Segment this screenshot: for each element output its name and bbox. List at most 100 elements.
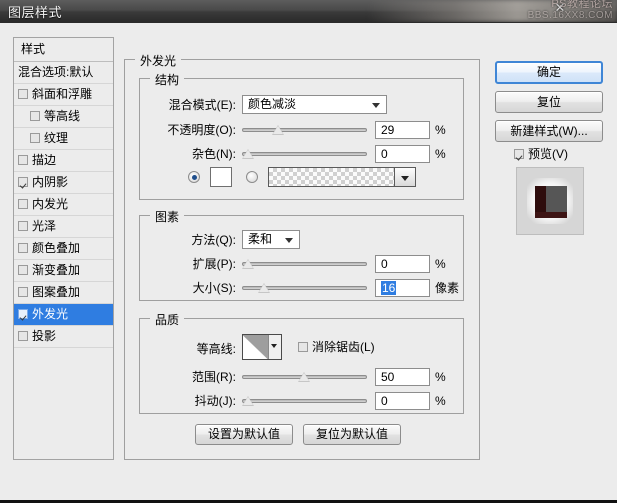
sidebar-item-inner-shadow[interactable]: 内阴影	[14, 172, 113, 194]
sidebar-item-blending-options[interactable]: 混合选项:默认	[14, 62, 113, 84]
sidebar-item-label: 渐变叠加	[32, 263, 81, 277]
sidebar-item-drop-shadow[interactable]: 投影	[14, 326, 113, 348]
watermark: PS教程论坛 BBS.16XX8.COM	[463, 0, 613, 22]
size-slider[interactable]	[242, 279, 367, 297]
sidebar-item-label: 内阴影	[32, 175, 69, 189]
structure-group: 结构 混合模式(E): 颜色减淡 不透明度(O): 29 % 杂色(N): 0 …	[139, 71, 464, 200]
sidebar-item-gradient-overlay[interactable]: 渐变叠加	[14, 260, 113, 282]
gradient-dropdown-icon[interactable]	[394, 168, 415, 186]
spread-slider-track	[242, 262, 367, 266]
styles-list-header: 样式	[14, 38, 113, 62]
spread-label: 扩展(P):	[192, 257, 236, 271]
sidebar-item-label: 图案叠加	[32, 285, 81, 299]
noise-slider[interactable]	[242, 145, 367, 163]
spread-slider-thumb[interactable]	[242, 259, 254, 269]
opacity-input[interactable]: 29	[375, 121, 430, 139]
sidebar-item-label: 光泽	[32, 219, 57, 233]
checkbox-pattern-overlay[interactable]	[18, 287, 28, 297]
checkbox-contour[interactable]	[30, 111, 40, 121]
contour-dropdown-icon[interactable]	[268, 335, 281, 359]
ok-button[interactable]: 确定	[495, 61, 603, 84]
opacity-slider-track	[242, 128, 367, 132]
jitter-slider-track	[242, 399, 367, 403]
checkbox-texture[interactable]	[30, 133, 40, 143]
new-style-button[interactable]: 新建样式(W)...	[495, 120, 603, 142]
technique-select[interactable]: 柔和	[242, 230, 300, 249]
noise-label: 杂色(N):	[192, 147, 236, 161]
opacity-slider[interactable]	[242, 121, 367, 139]
checkbox-inner-shadow[interactable]	[18, 177, 28, 187]
range-slider[interactable]	[242, 368, 367, 386]
size-label: 大小(S):	[192, 281, 236, 295]
jitter-label: 抖动(J):	[194, 394, 236, 408]
sidebar-item-texture[interactable]: 纹理	[14, 128, 113, 150]
noise-slider-track	[242, 152, 367, 156]
sidebar-item-contour[interactable]: 等高线	[14, 106, 113, 128]
jitter-input[interactable]: 0	[375, 392, 430, 410]
reset-button[interactable]: 复位	[495, 91, 603, 113]
antialias-checkbox-row[interactable]: 消除锯齿(L)	[298, 339, 375, 355]
spread-slider[interactable]	[242, 255, 367, 273]
sidebar-item-label: 纹理	[44, 131, 69, 145]
opacity-slider-thumb[interactable]	[272, 125, 284, 135]
reset-to-default-button[interactable]: 复位为默认值	[303, 424, 401, 445]
glow-color-swatch[interactable]	[210, 167, 232, 187]
antialias-label: 消除锯齿(L)	[312, 340, 375, 354]
gradient-preview	[269, 168, 394, 186]
jitter-slider-thumb[interactable]	[242, 396, 254, 406]
checkbox-antialias[interactable]	[298, 342, 308, 352]
jitter-slider[interactable]	[242, 392, 367, 410]
spread-input[interactable]: 0	[375, 255, 430, 273]
noise-value: 0	[381, 147, 388, 161]
sidebar-item-inner-glow[interactable]: 内发光	[14, 194, 113, 216]
size-slider-thumb[interactable]	[258, 283, 270, 293]
checkbox-bevel-emboss[interactable]	[18, 89, 28, 99]
glow-color-radio[interactable]	[188, 171, 200, 183]
layer-style-dialog: 图层样式 ✕ PS教程论坛 BBS.16XX8.COM 样式 混合选项:默认 斜…	[0, 0, 617, 503]
technique-label: 方法(Q):	[191, 233, 236, 247]
range-value: 50	[381, 370, 395, 384]
range-unit: %	[435, 370, 446, 384]
sidebar-item-color-overlay[interactable]: 颜色叠加	[14, 238, 113, 260]
checkbox-stroke[interactable]	[18, 155, 28, 165]
sidebar-item-satin[interactable]: 光泽	[14, 216, 113, 238]
blend-mode-select[interactable]: 颜色减淡	[242, 95, 387, 114]
preview-checkbox-row[interactable]: 预览(V)	[514, 147, 568, 161]
blend-mode-value: 颜色减淡	[248, 97, 297, 111]
contour-picker[interactable]	[242, 334, 282, 360]
structure-group-title: 结构	[150, 71, 185, 88]
title-bar[interactable]: 图层样式 ✕ PS教程论坛 BBS.16XX8.COM	[0, 0, 617, 22]
set-as-default-button[interactable]: 设置为默认值	[195, 424, 293, 445]
sidebar-item-stroke[interactable]: 描边	[14, 150, 113, 172]
size-unit: 像素	[435, 281, 460, 295]
noise-slider-thumb[interactable]	[242, 149, 254, 159]
sidebar-item-bevel-emboss[interactable]: 斜面和浮雕	[14, 84, 113, 106]
quality-group-title: 品质	[150, 311, 185, 328]
noise-unit: %	[435, 147, 446, 161]
range-slider-thumb[interactable]	[298, 372, 310, 382]
sidebar-item-label: 斜面和浮雕	[32, 87, 93, 101]
checkbox-drop-shadow[interactable]	[18, 331, 28, 341]
spread-value: 0	[381, 257, 388, 271]
checkbox-satin[interactable]	[18, 221, 28, 231]
styles-list-panel: 样式 混合选项:默认 斜面和浮雕 等高线 纹理 描边 内阴影 内发光 光泽 颜色…	[13, 37, 114, 460]
sidebar-item-label: 等高线	[44, 109, 81, 123]
checkbox-outer-glow[interactable]	[18, 309, 28, 319]
size-input[interactable]: 16	[375, 279, 430, 297]
sidebar-item-pattern-overlay[interactable]: 图案叠加	[14, 282, 113, 304]
noise-input[interactable]: 0	[375, 145, 430, 163]
sidebar-item-label: 描边	[32, 153, 57, 167]
range-input[interactable]: 50	[375, 368, 430, 386]
checkbox-color-overlay[interactable]	[18, 243, 28, 253]
checkbox-inner-glow[interactable]	[18, 199, 28, 209]
glow-gradient-radio[interactable]	[246, 171, 258, 183]
opacity-unit: %	[435, 123, 446, 137]
checkbox-gradient-overlay[interactable]	[18, 265, 28, 275]
size-value: 16	[381, 281, 397, 295]
watermark-line-1: PS教程论坛	[551, 0, 613, 10]
quality-group: 品质 等高线: 消除锯齿(L) 范围(R): 50 % 抖动(J): 0 %	[139, 311, 464, 414]
sidebar-item-outer-glow[interactable]: 外发光	[14, 304, 113, 326]
glow-gradient-picker[interactable]	[268, 167, 416, 187]
elements-group: 图素 方法(Q): 柔和 扩展(P): 0 % 大小(S): 16 像素	[139, 208, 464, 301]
checkbox-preview[interactable]	[514, 149, 524, 159]
